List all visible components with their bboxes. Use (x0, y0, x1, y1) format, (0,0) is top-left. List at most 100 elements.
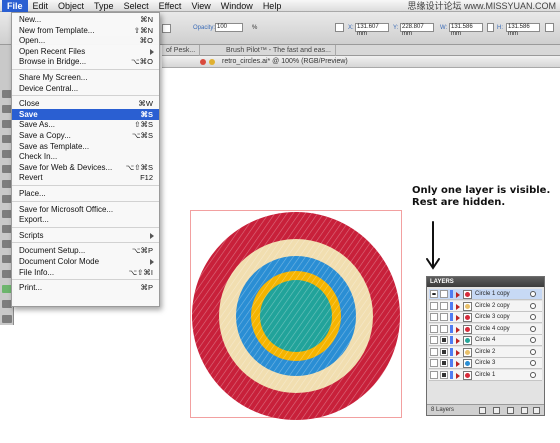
visibility-toggle[interactable] (430, 347, 438, 356)
menu-item-save-as-template[interactable]: Save as Template... (12, 141, 159, 152)
layer-row[interactable]: Circle 2 (429, 346, 542, 358)
target-icon[interactable] (530, 291, 536, 297)
y-field[interactable]: 228.807 mm (400, 23, 434, 37)
target-icon[interactable] (530, 302, 536, 309)
lock-icon[interactable] (440, 347, 448, 356)
menu-item-new[interactable]: New... ⌘N (12, 14, 159, 25)
tab-brush-pilot[interactable]: Brush Pilot™ - The fast and eas... (222, 45, 336, 56)
menu-help[interactable]: Help (258, 0, 287, 12)
visibility-toggle[interactable] (430, 313, 438, 321)
menu-view[interactable]: View (186, 0, 215, 12)
menu-item-place[interactable]: Place... (12, 188, 159, 199)
menu-item-share-my-screen[interactable]: Share My Screen... (12, 72, 159, 83)
delete-layer-icon[interactable] (533, 407, 540, 414)
visibility-toggle[interactable] (430, 301, 438, 310)
layer-row[interactable]: Circle 4 (429, 335, 542, 346)
target-icon[interactable] (530, 325, 536, 332)
layer-row[interactable]: Circle 1 copy (429, 289, 542, 300)
eye-icon[interactable] (430, 290, 438, 298)
expand-triangle-icon[interactable] (456, 372, 460, 379)
lock-toggle[interactable] (440, 324, 448, 333)
new-sublayer-icon[interactable] (507, 407, 514, 414)
minimize-window-icon[interactable] (209, 59, 215, 65)
menu-window[interactable]: Window (216, 0, 258, 12)
lock-icon[interactable] (440, 336, 448, 344)
menu-item-file-info[interactable]: File Info... ⌥⇧⌘I (12, 267, 159, 278)
h-field[interactable]: 131.586 mm (506, 23, 540, 37)
menu-file[interactable]: File (2, 0, 28, 12)
opacity-field[interactable]: 100 (215, 23, 243, 32)
target-icon[interactable] (530, 348, 536, 355)
lock-toggle[interactable] (440, 301, 448, 310)
visibility-toggle[interactable] (430, 336, 438, 344)
visibility-toggle[interactable] (430, 359, 438, 367)
expand-triangle-icon[interactable] (456, 292, 460, 298)
expand-triangle-icon[interactable] (456, 338, 460, 344)
close-window-icon[interactable] (200, 59, 206, 65)
menu-item-open-recent-files[interactable]: Open Recent Files (12, 46, 159, 57)
menu-item-browse-in-bridge[interactable]: Browse in Bridge... ⌥⌘O (12, 56, 159, 67)
layers-tab[interactable]: LAYERS (430, 277, 454, 287)
target-icon[interactable] (530, 371, 536, 378)
expand-triangle-icon[interactable] (456, 361, 460, 367)
lock-toggle[interactable] (440, 290, 448, 298)
menu-edit[interactable]: Edit (28, 0, 54, 12)
menu-item-document-setup[interactable]: Document Setup... ⌥⌘P (12, 245, 159, 256)
menu-item-export[interactable]: Export... (12, 214, 159, 225)
layer-row[interactable]: Circle 1 (429, 369, 542, 381)
thumbnail-circle (465, 372, 470, 378)
menu-item-scripts[interactable]: Scripts (12, 230, 159, 241)
x-field[interactable]: 131.607 mm (355, 23, 389, 37)
visibility-toggle[interactable] (430, 324, 438, 333)
menu-effect[interactable]: Effect (154, 0, 187, 12)
submenu-arrow-icon (150, 232, 154, 239)
menu-type[interactable]: Type (89, 0, 119, 12)
locate-object-icon[interactable] (479, 407, 486, 414)
tab-pesk[interactable]: of Pesk... (162, 45, 201, 56)
layer-row[interactable]: Circle 3 copy (429, 312, 542, 323)
target-icon[interactable] (530, 314, 536, 320)
menu-item-document-color-mode[interactable]: Document Color Mode (12, 256, 159, 267)
menu-item-close[interactable]: Close ⌘W (12, 98, 159, 109)
layer-color-tag (450, 324, 453, 333)
menu-select[interactable]: Select (119, 0, 154, 12)
menu-item-new-from-template[interactable]: New from Template... ⇧⌘N (12, 25, 159, 36)
target-icon[interactable] (530, 360, 536, 366)
expand-triangle-icon[interactable] (456, 303, 460, 310)
w-field[interactable]: 131.586 mm (449, 23, 483, 37)
lock-icon[interactable] (440, 370, 448, 379)
layer-row[interactable]: Circle 2 copy (429, 300, 542, 312)
reference-point-icon[interactable] (335, 23, 344, 32)
menu-item-open[interactable]: Open... ⌘O (12, 35, 159, 46)
layers-panel: LAYERS Circle 1 copy Circle 2 copy Circle … (426, 276, 545, 416)
lock-toggle[interactable] (440, 313, 448, 321)
menu-item-label: Print... (19, 283, 43, 293)
target-icon[interactable] (530, 337, 536, 343)
menu-item-save-for-web-devices[interactable]: Save for Web & Devices... ⌥⇧⌘S (12, 162, 159, 173)
menu-item-device-central[interactable]: Device Central... (12, 83, 159, 94)
screen-mode-icon[interactable] (2, 315, 12, 323)
menu-object[interactable]: Object (53, 0, 89, 12)
new-layer-icon[interactable] (521, 407, 528, 414)
menu-item-save-as[interactable]: Save As... ⇧⌘S (12, 119, 159, 130)
menu-item-label: New from Template... (19, 25, 95, 35)
layer-row[interactable]: Circle 3 (429, 358, 542, 369)
menu-item-revert[interactable]: Revert F12 (12, 172, 159, 183)
menu-item-save-for-microsoft-office[interactable]: Save for Microsoft Office... (12, 204, 159, 215)
menu-item-print[interactable]: Print... ⌘P (12, 282, 159, 293)
menu-item-check-in[interactable]: Check In... (12, 151, 159, 162)
stroke-swatch[interactable] (162, 24, 171, 33)
lock-icon[interactable] (440, 359, 448, 367)
h-label: H: (497, 25, 503, 31)
expand-triangle-icon[interactable] (456, 326, 460, 333)
menu-item-save[interactable]: Save ⌘S (12, 108, 159, 120)
expand-triangle-icon[interactable] (456, 349, 460, 356)
clipping-mask-icon[interactable] (493, 407, 500, 414)
menu-item-save-a-copy[interactable]: Save a Copy... ⌥⌘S (12, 130, 159, 141)
link-proportions-icon[interactable] (487, 23, 494, 32)
panel-menu-icon[interactable] (545, 23, 554, 32)
layer-name: Circle 4 copy (475, 325, 510, 332)
layer-row[interactable]: Circle 4 copy (429, 323, 542, 335)
visibility-toggle[interactable] (430, 370, 438, 379)
expand-triangle-icon[interactable] (456, 315, 460, 321)
